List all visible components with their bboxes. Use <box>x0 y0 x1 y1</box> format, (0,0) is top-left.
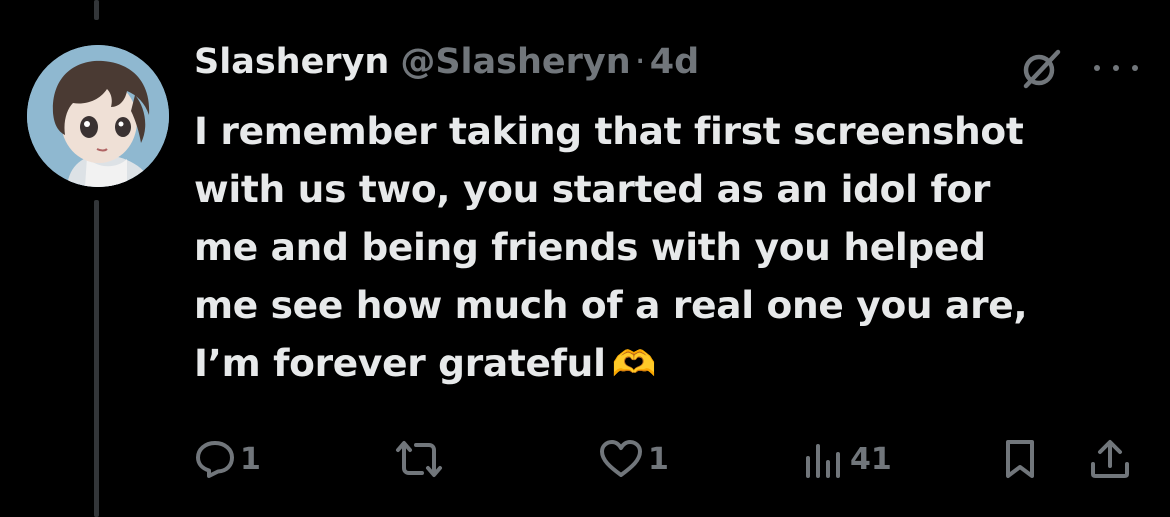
like-button[interactable]: 1 <box>598 432 669 486</box>
heart-icon <box>600 440 642 477</box>
view-count: 41 <box>850 441 892 477</box>
thread-line-bottom <box>94 200 99 517</box>
like-count: 1 <box>648 441 669 477</box>
reply-icon <box>196 441 234 478</box>
views-icon <box>806 444 840 478</box>
heart-hands-emoji: 🫶 <box>611 344 657 385</box>
repost-icon <box>396 441 442 477</box>
reply-button[interactable]: 1 <box>194 432 261 486</box>
tweet-body: Slasheryn @Slasheryn · 4d I remember tak… <box>194 42 1144 394</box>
user-handle[interactable]: @Slasheryn <box>400 42 630 82</box>
share-icon <box>1091 440 1129 478</box>
avatar[interactable] <box>27 45 169 187</box>
bookmark-button[interactable] <box>1000 432 1040 486</box>
reply-count: 1 <box>240 441 261 477</box>
views-button[interactable]: 41 <box>802 432 892 486</box>
thread-line-top <box>94 0 99 20</box>
tweet-header: Slasheryn @Slasheryn · 4d <box>194 42 1144 96</box>
action-bar: 1 1 41 <box>194 432 1144 486</box>
timestamp[interactable]: 4d <box>650 42 699 82</box>
tweet-text: I remember taking that first screenshot … <box>194 102 1134 394</box>
grok-icon[interactable] <box>1020 48 1062 90</box>
share-button[interactable] <box>1088 432 1132 486</box>
display-name[interactable]: Slasheryn <box>194 42 389 82</box>
more-options-icon[interactable] <box>1094 50 1138 86</box>
bookmark-icon <box>1006 440 1034 478</box>
tweet-text-content: I remember taking that first screenshot … <box>194 109 1028 385</box>
repost-button[interactable] <box>392 432 450 486</box>
separator-dot: · <box>634 42 646 82</box>
